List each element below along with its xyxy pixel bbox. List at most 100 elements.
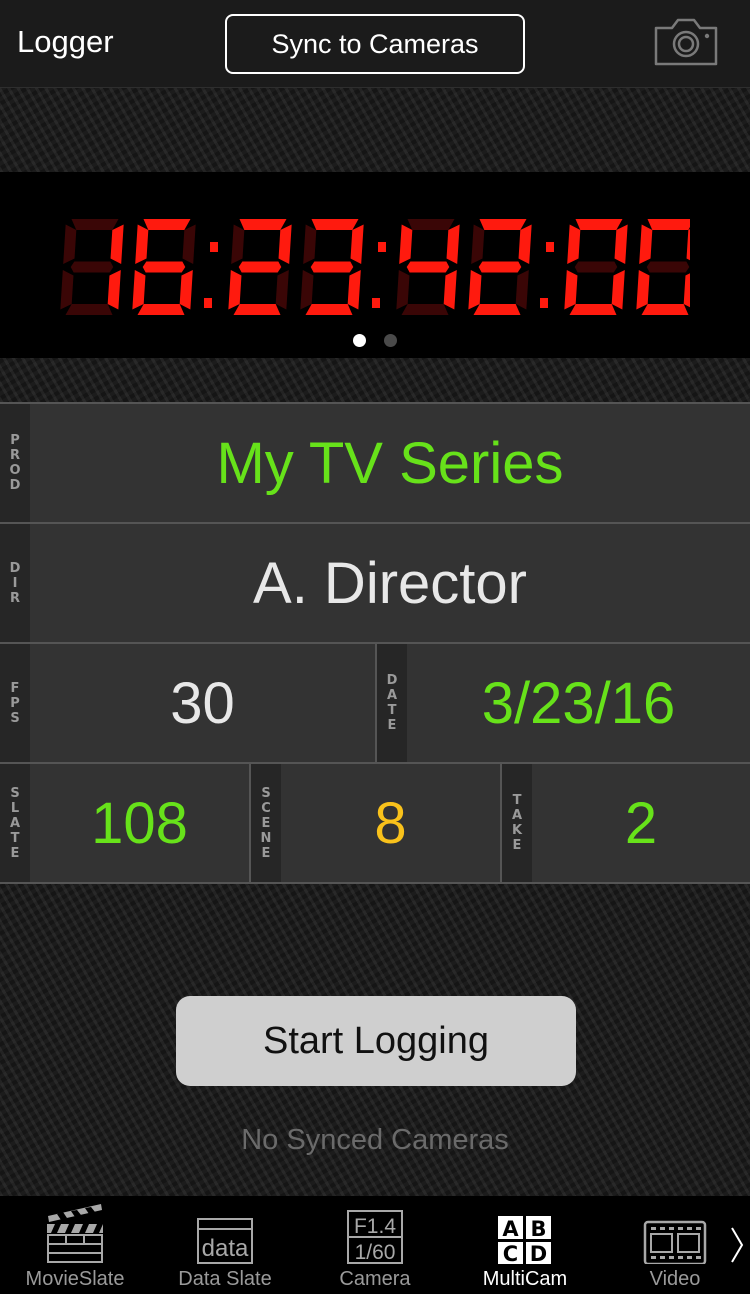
nav-bar: Logger Sync to Cameras xyxy=(0,0,750,88)
colon-dot xyxy=(372,298,380,308)
segment-g xyxy=(646,261,690,273)
scene-label: SCENE xyxy=(251,764,281,882)
segment-f xyxy=(471,224,485,264)
segment-c xyxy=(515,270,529,310)
tag-letter: E xyxy=(261,815,271,831)
tab-camera[interactable]: F1.4 1/60 Camera xyxy=(300,1196,450,1294)
tag-letter: C xyxy=(261,800,271,816)
chevron-right-icon[interactable] xyxy=(726,1196,750,1294)
timecode-digit xyxy=(636,219,690,315)
segment-e xyxy=(60,270,74,310)
segment-f xyxy=(63,224,77,264)
segment-d xyxy=(401,304,449,315)
segment-g xyxy=(142,261,186,273)
dir-label: DIR xyxy=(0,524,30,642)
timecode-digit xyxy=(132,219,196,315)
tag-letter: E xyxy=(261,845,271,861)
segment-b xyxy=(614,224,628,264)
take-label: TAKE xyxy=(502,764,532,882)
date-field[interactable]: DATE 3/23/16 xyxy=(375,644,750,762)
slate-field[interactable]: SLATE 108 xyxy=(0,764,249,882)
timecode-digits xyxy=(60,219,690,315)
segment-f xyxy=(639,224,653,264)
carbon-background-top xyxy=(0,88,750,172)
page-dot-1[interactable] xyxy=(353,334,366,347)
segment-g xyxy=(70,261,114,273)
segment-a xyxy=(311,219,359,230)
tag-letter: P xyxy=(10,433,20,448)
carbon-background-bottom: Start Logging No Synced Cameras xyxy=(0,884,750,1196)
letter-c: C xyxy=(503,1242,518,1264)
camera-icon[interactable] xyxy=(652,16,720,68)
fps-field[interactable]: FPS 30 xyxy=(0,644,375,762)
segment-d xyxy=(65,304,113,315)
dir-field[interactable]: DIR A. Director xyxy=(0,524,750,642)
page-dot-2[interactable] xyxy=(384,334,397,347)
tag-letter: D xyxy=(9,560,21,576)
segment-b xyxy=(518,224,532,264)
fps-date-row: FPS 30 DATE 3/23/16 xyxy=(0,644,750,764)
segment-g xyxy=(238,261,282,273)
segment-g xyxy=(406,261,450,273)
tab-label: Camera xyxy=(339,1268,411,1290)
timecode-display[interactable] xyxy=(0,172,750,358)
segment-d xyxy=(305,304,353,315)
date-label: DATE xyxy=(377,644,407,762)
tab-label: MultiCam xyxy=(482,1268,568,1290)
tab-movieslate[interactable]: MovieSlate xyxy=(0,1196,150,1294)
prod-field[interactable]: PROD My TV Series xyxy=(0,404,750,522)
segment-d xyxy=(641,304,689,315)
tag-letter: A xyxy=(9,815,21,831)
nav-title: Logger xyxy=(17,24,114,59)
segment-c xyxy=(611,270,625,310)
tab-label: Data Slate xyxy=(178,1268,272,1290)
tag-letter: E xyxy=(10,845,20,861)
timecode-digit xyxy=(228,219,292,315)
tag-letter: D xyxy=(9,478,21,493)
sync-to-cameras-button[interactable]: Sync to Cameras xyxy=(225,14,525,74)
camera-settings-icon: F1.4 1/60 xyxy=(347,1210,403,1264)
fps-value: 30 xyxy=(170,670,235,736)
take-value: 2 xyxy=(624,790,658,856)
segment-e xyxy=(228,270,242,310)
tab-multicam[interactable]: A B C D MultiCam xyxy=(450,1196,600,1294)
take-field[interactable]: TAKE 2 xyxy=(500,764,750,882)
segment-a xyxy=(647,219,690,230)
fps-label: FPS xyxy=(0,644,30,762)
timecode-digit xyxy=(564,219,628,315)
start-logging-button[interactable]: Start Logging xyxy=(176,996,576,1086)
letter-d: D xyxy=(530,1242,547,1264)
dir-value: A. Director xyxy=(253,550,527,616)
tab-label: MovieSlate xyxy=(25,1268,125,1290)
aperture-text: F1.4 xyxy=(354,1215,396,1238)
tag-letter: S xyxy=(10,785,20,801)
tag-letter: R xyxy=(9,590,20,606)
segment-b xyxy=(182,224,196,264)
shutter-text: 1/60 xyxy=(355,1241,396,1264)
dir-row: DIR A. Director xyxy=(0,524,750,644)
tag-letter: E xyxy=(512,838,522,853)
film-icon xyxy=(643,1220,707,1264)
scene-field[interactable]: SCENE 8 xyxy=(249,764,500,882)
tag-letter: L xyxy=(10,800,20,816)
segment-f xyxy=(231,224,245,264)
segment-e xyxy=(300,270,314,310)
segment-d xyxy=(137,304,185,315)
clapperboard-icon xyxy=(47,1204,103,1263)
segment-c xyxy=(443,270,457,310)
tag-letter: T xyxy=(387,703,397,718)
segment-e xyxy=(132,270,146,310)
tag-letter: T xyxy=(10,830,20,846)
prod-row: PROD My TV Series xyxy=(0,404,750,524)
carbon-background-middle xyxy=(0,358,750,402)
segment-f xyxy=(399,224,413,264)
slate-value: 108 xyxy=(91,790,188,856)
segment-e xyxy=(396,270,410,310)
colon-dot xyxy=(204,298,212,308)
page-indicator xyxy=(0,334,750,347)
tab-data-slate[interactable]: data Data Slate xyxy=(150,1196,300,1294)
tag-letter: A xyxy=(511,808,523,823)
segment-g xyxy=(574,261,618,273)
segment-d xyxy=(233,304,281,315)
tag-letter: S xyxy=(261,785,271,801)
